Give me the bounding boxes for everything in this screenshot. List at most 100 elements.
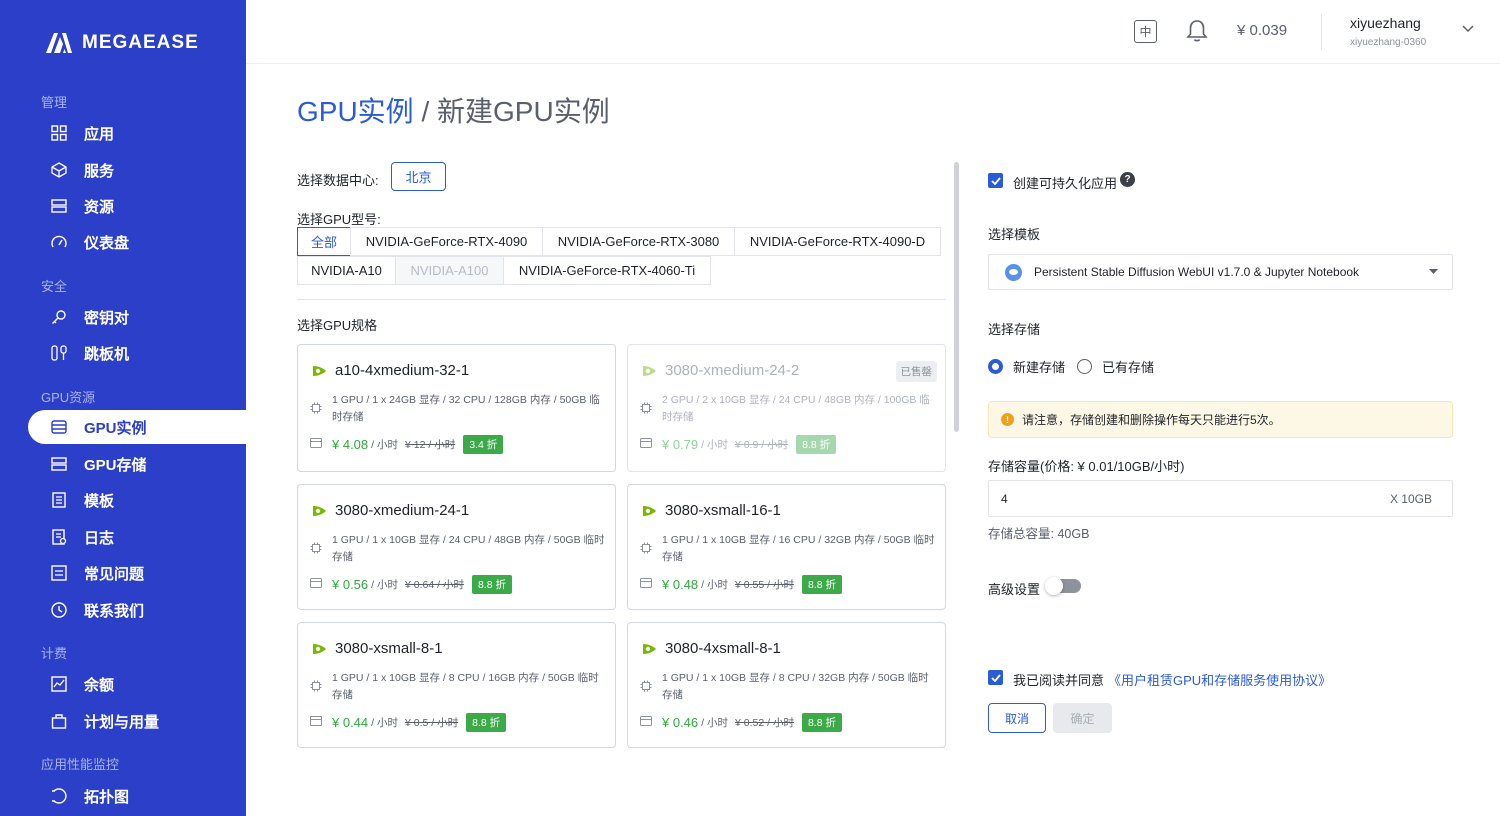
discount-badge: 8.8 折	[471, 575, 512, 594]
price-tag-icon	[640, 716, 652, 726]
spec-name: 3080-xsmall-16-1	[665, 502, 781, 519]
discount-badge: 8.8 折	[796, 435, 837, 454]
sidebar-item[interactable]: 联系我们	[28, 593, 246, 627]
storage-new-radio[interactable]	[988, 359, 1003, 374]
sidebar-item[interactable]: GPU存储	[28, 447, 246, 481]
gpu-model-option[interactable]: NVIDIA-GeForce-RTX-4090	[350, 227, 543, 256]
gpu-model-option[interactable]: NVIDIA-GeForce-RTX-4060-Ti	[503, 256, 711, 285]
sidebar-section-title: 管理	[41, 95, 68, 110]
user-name[interactable]: xiyuezhang	[1350, 15, 1421, 31]
cube-icon	[50, 161, 68, 179]
sidebar-item-label: 应用	[84, 125, 115, 143]
sidebar-item-label: 联系我们	[84, 602, 145, 620]
spec-details: 1 GPU / 1 x 10GB 显存 / 24 CPU / 48GB 内存 /…	[332, 534, 605, 563]
gpu-model-option[interactable]: 全部	[297, 227, 351, 256]
gpu-spec-card[interactable]: a10-4xmedium-32-1 1 GPU / 1 x 24GB 显存 / 3…	[297, 344, 616, 472]
gpu-spec-card[interactable]: 3080-4xsmall-8-1 1 GPU / 1 x 10GB 显存 / 8 …	[627, 622, 946, 748]
persistent-checkbox[interactable]	[988, 173, 1003, 188]
sidebar-item[interactable]: 余额	[28, 667, 246, 701]
storage-label: 选择存储	[988, 322, 1041, 337]
price-unit: / 小时	[701, 717, 728, 729]
gpu-spec-card[interactable]: 3080-xmedium-24-1 1 GPU / 1 x 10GB 显存 / 2…	[297, 484, 616, 610]
brand-name: MEGAEASE	[82, 32, 199, 53]
gauge-icon	[50, 233, 68, 251]
gpu-spec-card[interactable]: 3080-xsmall-16-1 1 GPU / 1 x 10GB 显存 / 16…	[627, 484, 946, 610]
chip-icon	[310, 680, 322, 692]
gpu-model-option[interactable]: NVIDIA-GeForce-RTX-3080	[542, 227, 735, 256]
capacity-label: 存储容量(价格: ¥ 0.01/10GB/小时)	[988, 459, 1185, 474]
price-tag-icon	[310, 716, 322, 726]
sidebar: MEGAEASE 管理 应用 服务 资源 仪表盘 安全 密钥对 跳板机 GPU资源 GPU实例 GP…	[0, 0, 246, 816]
price-tag-icon	[310, 438, 322, 448]
original-price: ¥ 0.64 / 小时	[405, 579, 464, 591]
sidebar-section-title: 计费	[41, 646, 68, 661]
confirm-button[interactable]: 确定	[1053, 703, 1112, 733]
sidebar-item-label: GPU实例	[84, 419, 147, 437]
nvidia-logo-icon	[313, 506, 326, 516]
capacity-input[interactable]: 4 X 10GB	[988, 480, 1453, 517]
spec-details: 2 GPU / 2 x 10GB 显存 / 24 CPU / 48GB 内存 /…	[662, 394, 930, 423]
sidebar-item[interactable]: GPU实例	[28, 410, 246, 444]
nvidia-logo-icon	[643, 506, 656, 516]
sidebar-item[interactable]: 密钥对	[28, 300, 246, 334]
storage-existing-radio[interactable]	[1077, 359, 1092, 374]
bell-icon[interactable]	[1186, 19, 1208, 43]
help-icon[interactable]: ?	[1120, 172, 1135, 187]
discount-badge: 3.4 折	[463, 435, 504, 454]
main-content: GPU实例 / 新建GPU实例 选择数据中心: 北京 选择GPU型号: 全部 NV…	[246, 64, 1500, 816]
faq-icon	[50, 564, 68, 582]
spec-price: ¥ 0.56/ 小时 ¥ 0.64 / 小时 8.8 折	[332, 575, 512, 594]
sidebar-item[interactable]: 服务	[28, 153, 246, 187]
sidebar-item[interactable]: 计划与用量	[28, 704, 246, 738]
sidebar-item-label: GPU存储	[84, 456, 147, 474]
template-value: Persistent Stable Diffusion WebUI v1.7.0…	[1034, 265, 1360, 279]
warning-icon: !	[1001, 413, 1014, 426]
sidebar-item-label: 拓扑图	[84, 788, 130, 806]
nvidia-logo-icon	[313, 644, 326, 654]
spec-details: 1 GPU / 1 x 10GB 显存 / 8 CPU / 16GB 内存 / …	[332, 672, 599, 701]
advanced-toggle[interactable]	[1045, 577, 1081, 595]
brand-logo[interactable]: MEGAEASE	[46, 32, 199, 54]
original-price: ¥ 0.9 / 小时	[735, 439, 789, 451]
sidebar-item[interactable]: 跳板机	[28, 336, 246, 370]
price-unit: / 小时	[701, 439, 728, 451]
storage-existing-option[interactable]: 已有存储	[1077, 357, 1154, 376]
spec-price: ¥ 0.46/ 小时 ¥ 0.52 / 小时 8.8 折	[662, 713, 842, 732]
breadcrumb-link[interactable]: GPU实例	[297, 96, 414, 127]
sidebar-item[interactable]: 常见问题	[28, 556, 246, 590]
chip-icon	[640, 402, 652, 414]
capacity-value: 4	[1001, 492, 1008, 506]
storage-new-option[interactable]: 新建存储	[988, 357, 1065, 376]
sidebar-item[interactable]: 资源	[28, 189, 246, 223]
sidebar-item[interactable]: 仪表盘	[28, 225, 246, 259]
spec-name: 3080-4xsmall-8-1	[665, 640, 781, 657]
datacenter-label: 选择数据中心:	[297, 173, 379, 188]
sidebar-section-title: 安全	[41, 279, 68, 294]
sidebar-item-label: 常见问题	[84, 565, 145, 583]
sidebar-item[interactable]: 模板	[28, 483, 246, 517]
scrollbar[interactable]	[954, 162, 959, 432]
gpu-spec-card[interactable]: 3080-xsmall-8-1 1 GPU / 1 x 10GB 显存 / 8 C…	[297, 622, 616, 748]
chevron-down-icon[interactable]	[1462, 25, 1474, 33]
template-select[interactable]: Persistent Stable Diffusion WebUI v1.7.0…	[988, 254, 1453, 290]
discount-badge: 8.8 折	[801, 575, 842, 594]
language-toggle[interactable]: 中	[1134, 20, 1157, 43]
notice-text: 请注意，存储创建和删除操作每天只能进行5次。	[1022, 413, 1281, 427]
sidebar-item[interactable]: 日志	[28, 520, 246, 554]
cancel-button[interactable]: 取消	[988, 703, 1046, 733]
agree-checkbox[interactable]	[988, 670, 1003, 685]
advanced-label: 高级设置	[988, 582, 1041, 597]
original-price: ¥ 0.5 / 小时	[405, 717, 459, 729]
gpu-model-option[interactable]: NVIDIA-GeForce-RTX-4090-D	[734, 227, 941, 256]
capacity-unit: X 10GB	[1389, 492, 1432, 506]
page-title: GPU实例 / 新建GPU实例	[297, 90, 610, 130]
sidebar-item[interactable]: 应用	[28, 116, 246, 150]
template-logo-icon	[1005, 263, 1022, 281]
agreement-link[interactable]: 《用户租赁GPU和存储服务使用协议》	[1108, 670, 1331, 689]
gpu-model-label: 选择GPU型号:	[297, 212, 381, 227]
gpu-model-option[interactable]: NVIDIA-A10	[297, 256, 396, 285]
log-icon	[50, 528, 68, 546]
spec-name: 3080-xsmall-8-1	[335, 640, 443, 657]
sidebar-item[interactable]: 拓扑图	[28, 779, 246, 813]
datacenter-option[interactable]: 北京	[391, 162, 446, 191]
